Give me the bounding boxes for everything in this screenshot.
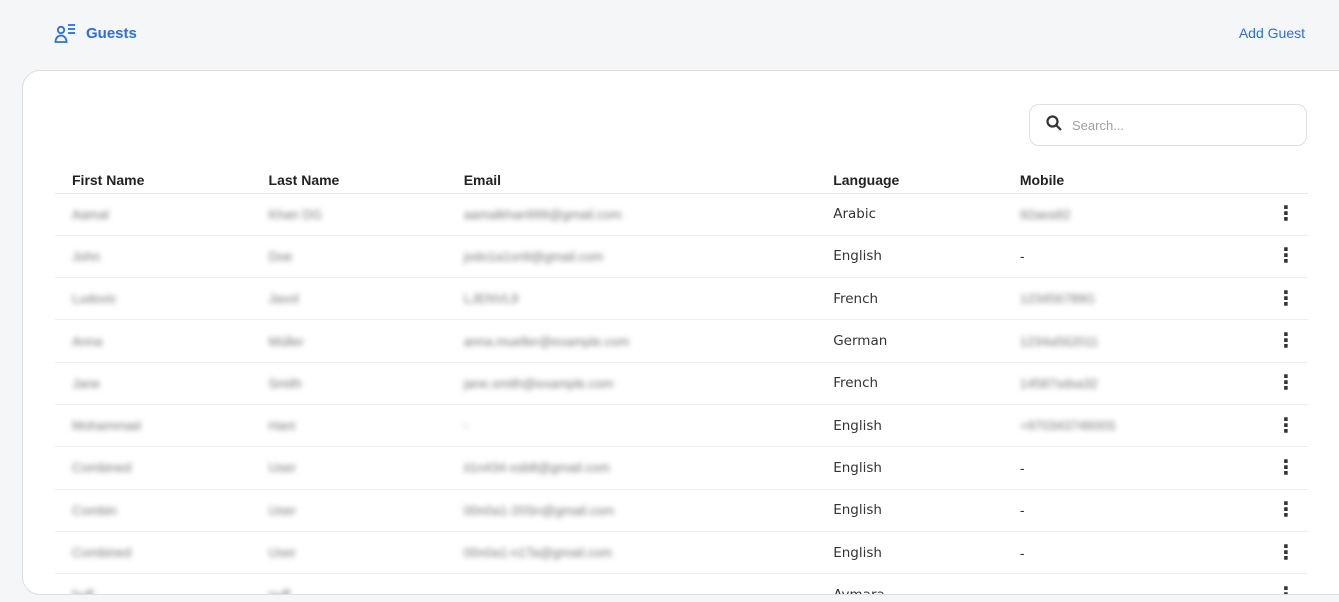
more-vertical-icon[interactable]: ⋮ (1276, 289, 1296, 309)
column-header-language[interactable]: Language (816, 167, 1003, 194)
cell-email: 00n0a1-n1Ta@gmail.com (446, 531, 817, 575)
row-actions[interactable]: ⋮ (1258, 404, 1308, 448)
search-box[interactable] (1029, 104, 1307, 146)
table-row[interactable]: Ludovic Javol LJENVL9 French 123456789G … (55, 277, 1308, 321)
cell-first-name: Combin (55, 489, 252, 532)
table-row[interactable]: Anna Müller anna.mueller@example.com Ger… (55, 319, 1308, 363)
column-header-actions (1258, 167, 1308, 194)
cell-mobile: - (1002, 446, 1259, 490)
more-vertical-icon[interactable]: ⋮ (1276, 373, 1296, 393)
cell-first-name: Combined (55, 531, 252, 575)
cell-language: Aymara (816, 573, 1003, 594)
cell-email: anna.mueller@example.com (446, 319, 817, 363)
column-header-last-name[interactable]: Last Name (251, 167, 447, 194)
cell-email: LJENVL9 (446, 277, 817, 321)
row-actions[interactable]: ⋮ (1258, 193, 1308, 236)
cell-language: Arabic (816, 193, 1003, 236)
cell-mobile (1002, 573, 1259, 594)
row-actions[interactable]: ⋮ (1258, 531, 1308, 575)
page-header: Guests Add Guest (0, 0, 1339, 70)
cell-first-name: Aamal (55, 193, 252, 236)
table-row[interactable]: Jane Smith jane.smith@example.com French… (55, 362, 1308, 405)
cell-last-name: Hani (251, 404, 447, 448)
row-actions[interactable]: ⋮ (1258, 573, 1308, 594)
cell-email: jodo1a1sn9@gmail.com (446, 235, 817, 279)
column-header-first-name[interactable]: First Name (55, 167, 252, 194)
cell-language: English (816, 235, 1003, 279)
table-row[interactable]: Mohammad Hani - English +97034374600S ⋮ (55, 404, 1308, 448)
table-row[interactable]: Combin User 00n0a1-20Sn@gmail.com Englis… (55, 489, 1308, 532)
search-icon (1046, 114, 1062, 136)
more-vertical-icon[interactable]: ⋮ (1276, 416, 1296, 436)
cell-first-name: Ludovic (55, 277, 252, 321)
cell-language: English (816, 446, 1003, 490)
table-row[interactable]: Aamal Khan DG aamalkhan999@gmail.com Ara… (55, 193, 1308, 236)
cell-first-name: John (55, 235, 252, 279)
cell-last-name: Khan DG (251, 193, 447, 236)
more-vertical-icon[interactable]: ⋮ (1276, 585, 1296, 594)
page-title: Guests (54, 22, 137, 44)
cell-mobile: 123456789G (1002, 277, 1259, 321)
add-guest-button[interactable]: Add Guest (1239, 25, 1305, 41)
cell-first-name: Mohammad (55, 404, 252, 448)
row-actions[interactable]: ⋮ (1258, 489, 1308, 532)
table-row[interactable]: Combined User ii1n434-ssb8@gmail.com Eng… (55, 446, 1308, 490)
row-actions[interactable]: ⋮ (1258, 319, 1308, 363)
more-vertical-icon[interactable]: ⋮ (1276, 246, 1296, 266)
cell-email: aamalkhan999@gmail.com (446, 193, 817, 236)
cell-mobile: - (1002, 489, 1259, 532)
more-vertical-icon[interactable]: ⋮ (1276, 458, 1296, 478)
search-input[interactable] (1072, 117, 1272, 133)
more-vertical-icon[interactable]: ⋮ (1276, 204, 1296, 224)
cell-mobile: - (1002, 235, 1259, 279)
cell-language: French (816, 362, 1003, 405)
row-actions[interactable]: ⋮ (1258, 446, 1308, 490)
guests-table: First Name Last Name Email Language Mobi… (55, 167, 1308, 594)
cell-language: English (816, 531, 1003, 575)
cell-last-name: User (251, 489, 447, 532)
cell-language: English (816, 404, 1003, 448)
row-actions[interactable]: ⋮ (1258, 235, 1308, 279)
cell-email: - (446, 404, 817, 448)
page-title-label: Guests (86, 24, 137, 42)
cell-mobile: 92aea92 (1002, 193, 1259, 236)
cell-mobile: 14587sdsa32 (1002, 362, 1259, 405)
table-row[interactable]: John Doe jodo1a1sn9@gmail.com English - … (55, 235, 1308, 279)
cell-mobile: - (1002, 531, 1259, 575)
more-vertical-icon[interactable]: ⋮ (1276, 543, 1296, 563)
cell-first-name: Anna (55, 319, 252, 363)
cell-email: ii1n434-ssb8@gmail.com (446, 446, 817, 490)
cell-first-name: huff (55, 573, 252, 594)
cell-language: German (816, 319, 1003, 363)
cell-first-name: Jane (55, 362, 252, 405)
table-header-row: First Name Last Name Email Language Mobi… (55, 167, 1308, 194)
more-vertical-icon[interactable]: ⋮ (1276, 500, 1296, 520)
cell-last-name: Müller (251, 319, 447, 363)
cell-mobile: 1234a562011 (1002, 319, 1259, 363)
column-header-email[interactable]: Email (446, 167, 817, 194)
more-vertical-icon[interactable]: ⋮ (1276, 331, 1296, 351)
cell-mobile: +97034374600S (1002, 404, 1259, 448)
table-row[interactable]: huff puff Aymara ⋮ (55, 573, 1308, 594)
cell-email (446, 573, 817, 594)
cell-language: English (816, 489, 1003, 532)
cell-language: French (816, 277, 1003, 321)
guests-icon (54, 22, 76, 44)
table-row[interactable]: Combined User 00n0a1-n1Ta@gmail.com Engl… (55, 531, 1308, 575)
row-actions[interactable]: ⋮ (1258, 362, 1308, 405)
cell-last-name: puff (251, 573, 447, 594)
cell-last-name: Doe (251, 235, 447, 279)
cell-last-name: Smith (251, 362, 447, 405)
guests-card: First Name Last Name Email Language Mobi… (22, 70, 1339, 595)
cell-last-name: User (251, 446, 447, 490)
cell-last-name: Javol (251, 277, 447, 321)
column-header-mobile[interactable]: Mobile (1002, 167, 1259, 194)
cell-last-name: User (251, 531, 447, 575)
cell-first-name: Combined (55, 446, 252, 490)
cell-email: 00n0a1-20Sn@gmail.com (446, 489, 817, 532)
row-actions[interactable]: ⋮ (1258, 277, 1308, 321)
cell-email: jane.smith@example.com (446, 362, 817, 405)
